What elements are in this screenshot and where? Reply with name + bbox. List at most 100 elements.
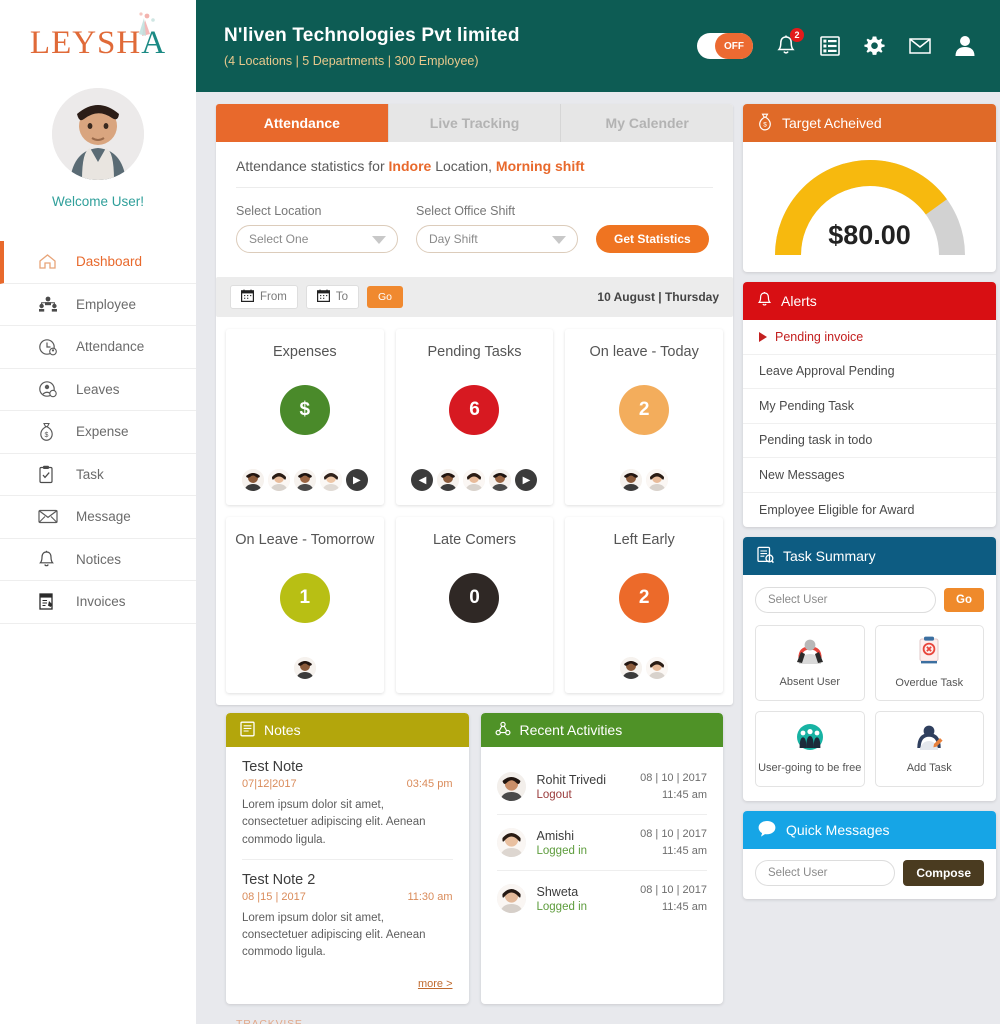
note-time: 03:45 pm [406, 778, 453, 790]
sidebar-item-dashboard[interactable]: Dashboard [0, 241, 196, 284]
sidebar-item-leaves[interactable]: Leaves [0, 369, 196, 411]
alert-item-new-messages[interactable]: New Messages [743, 458, 996, 493]
location-select[interactable]: Select One [236, 225, 398, 253]
faces-next-button[interactable]: ▶ [515, 469, 538, 491]
alert-item-leave-approval[interactable]: Leave Approval Pending [743, 355, 996, 389]
faces-next-button[interactable]: ▶ [345, 469, 368, 491]
shift-select[interactable]: Day Shift [416, 225, 578, 253]
face-avatar[interactable] [293, 657, 316, 679]
sidebar-item-attendance[interactable]: Attendance [0, 326, 196, 369]
face-avatar[interactable] [646, 657, 669, 679]
alert-label: My Pending Task [759, 398, 854, 413]
note-item[interactable]: Test Note 07|12|2017 03:45 pm Lorem ipsu… [242, 759, 453, 859]
target-header-label: Target Acheived [782, 115, 882, 131]
face-avatar[interactable] [241, 469, 264, 491]
chevron-down-icon [552, 236, 566, 244]
gear-icon[interactable] [863, 34, 886, 58]
avatar[interactable] [52, 88, 144, 180]
add-task-icon [913, 722, 945, 757]
alert-item-my-pending-task[interactable]: My Pending Task [743, 389, 996, 424]
alert-item-pending-task-todo[interactable]: Pending task in todo [743, 424, 996, 458]
task-summary-user-select[interactable]: Select User [755, 587, 937, 613]
get-statistics-button[interactable]: Get Statistics [596, 225, 709, 253]
user-icon[interactable] [954, 34, 976, 58]
to-date-input[interactable]: To [305, 285, 359, 309]
stats-location: Indore [388, 158, 432, 174]
face-avatar[interactable] [319, 469, 342, 491]
sidebar-item-notices[interactable]: Notices [0, 539, 196, 581]
activity-row[interactable]: Rohit Trivedi Logout 08 | 10 | 2017 11:4… [496, 759, 707, 814]
arrow-right-icon [759, 331, 767, 342]
mail-icon[interactable] [908, 36, 932, 56]
clipboard-icon [38, 463, 64, 485]
face-avatar[interactable] [620, 657, 643, 679]
faces-prev-button[interactable]: ◀ [411, 469, 434, 491]
stat-title: On Leave - Tomorrow [235, 532, 375, 548]
tab-live-tracking[interactable]: Live Tracking [389, 104, 562, 142]
compose-button[interactable]: Compose [903, 860, 984, 886]
note-meta: 08 |15 | 2017 11:30 am [242, 891, 453, 903]
shift-label: Select Office Shift [416, 204, 516, 218]
stat-card-pending-tasks[interactable]: Pending Tasks 6 ◀ ▶ [395, 329, 554, 505]
date-go-button[interactable]: Go [367, 286, 404, 308]
alerts-header-label: Alerts [781, 293, 817, 309]
activity-time: 11:45 am [661, 844, 707, 857]
notes-more-link[interactable]: more > [242, 978, 453, 990]
face-avatar[interactable] [620, 469, 643, 491]
sidebar-nav: Dashboard Employee Attendance Leaves $ E… [0, 241, 196, 624]
activity-timestamp: 08 | 10 | 2017 11:45 am [640, 826, 707, 859]
absent-user-icon [793, 636, 827, 671]
face-avatar[interactable] [463, 469, 486, 491]
task-summary-go-button[interactable]: Go [944, 588, 984, 612]
stat-card-expenses[interactable]: Expenses $ ▶ [226, 329, 384, 505]
location-filter: Select Location Select One [236, 204, 398, 253]
note-title: Test Note [242, 759, 304, 775]
alert-item-pending-invoice[interactable]: Pending invoice [743, 320, 996, 355]
shift-filter: Select Office Shift Day Shift [416, 204, 578, 253]
stat-title: Pending Tasks [427, 344, 522, 360]
tile-user-going-free[interactable]: User-going to be free [755, 711, 865, 787]
sidebar-item-message[interactable]: Message [0, 496, 196, 539]
sidebar-item-employee[interactable]: Employee [0, 284, 196, 326]
target-header: $ Target Acheived [743, 104, 996, 142]
list-icon[interactable] [819, 34, 841, 58]
target-achieved-panel: $ Target Acheived $80.00 [743, 104, 996, 272]
from-date-input[interactable]: From [230, 285, 298, 309]
note-title: Test Note 2 [242, 871, 316, 888]
stat-bubble: 6 [449, 385, 500, 435]
face-avatar[interactable] [267, 469, 290, 491]
face-avatar[interactable] [646, 469, 669, 491]
bell-icon [757, 291, 772, 311]
tile-absent-user[interactable]: Absent User [755, 625, 865, 701]
tile-add-task[interactable]: Add Task [874, 711, 984, 787]
stat-card-late-comers[interactable]: Late Comers 0 [395, 517, 554, 693]
tile-overdue-task[interactable]: Overdue Task [874, 625, 984, 701]
logo[interactable]: LEYSHA [0, 0, 196, 86]
activity-row[interactable]: Amishi Logged in 08 | 10 | 2017 11:45 am [496, 814, 707, 870]
sidebar-item-label: Task [76, 466, 104, 482]
face-avatar[interactable] [293, 469, 316, 491]
tile-label: Absent User [779, 676, 841, 689]
alert-item-award-eligible[interactable]: Employee Eligible for Award [743, 493, 996, 528]
logo-text-main: LEYSH [29, 24, 142, 61]
right-column: $ Target Acheived $80.00 Alerts Pending … [743, 104, 996, 1024]
face-avatar[interactable] [437, 469, 460, 491]
attendance-body: Attendance statistics for Indore Locatio… [216, 142, 733, 267]
stat-card-on-leave-tomorrow[interactable]: On Leave - Tomorrow 1 [226, 517, 384, 693]
calendar-icon [316, 289, 330, 305]
stat-card-left-early[interactable]: Left Early 2 [565, 517, 723, 693]
sidebar-item-invoices[interactable]: Invoices [0, 581, 196, 624]
tab-my-calender[interactable]: My Calender [561, 104, 733, 142]
note-item[interactable]: Test Note 2 08 |15 | 2017 11:30 am Lorem… [242, 858, 453, 972]
sidebar-item-task[interactable]: Task [0, 454, 196, 496]
face-avatar[interactable] [489, 469, 512, 491]
bell-icon [38, 548, 64, 570]
notifications-bell-icon[interactable]: 2 [775, 28, 804, 58]
activity-row[interactable]: Shweta Logged in 08 | 10 | 2017 11:45 am [496, 870, 707, 926]
sidebar-item-expense[interactable]: $ Expense [0, 411, 196, 454]
quick-messages-user-select[interactable]: Select User [755, 860, 896, 886]
stat-card-on-leave-today[interactable]: On leave - Today 2 [565, 329, 723, 505]
notes-panel: Notes Test Note 07|12|2017 03:45 pm Lore… [226, 713, 469, 1004]
status-toggle[interactable]: OFF [697, 33, 753, 59]
tab-attendance[interactable]: Attendance [216, 104, 389, 142]
